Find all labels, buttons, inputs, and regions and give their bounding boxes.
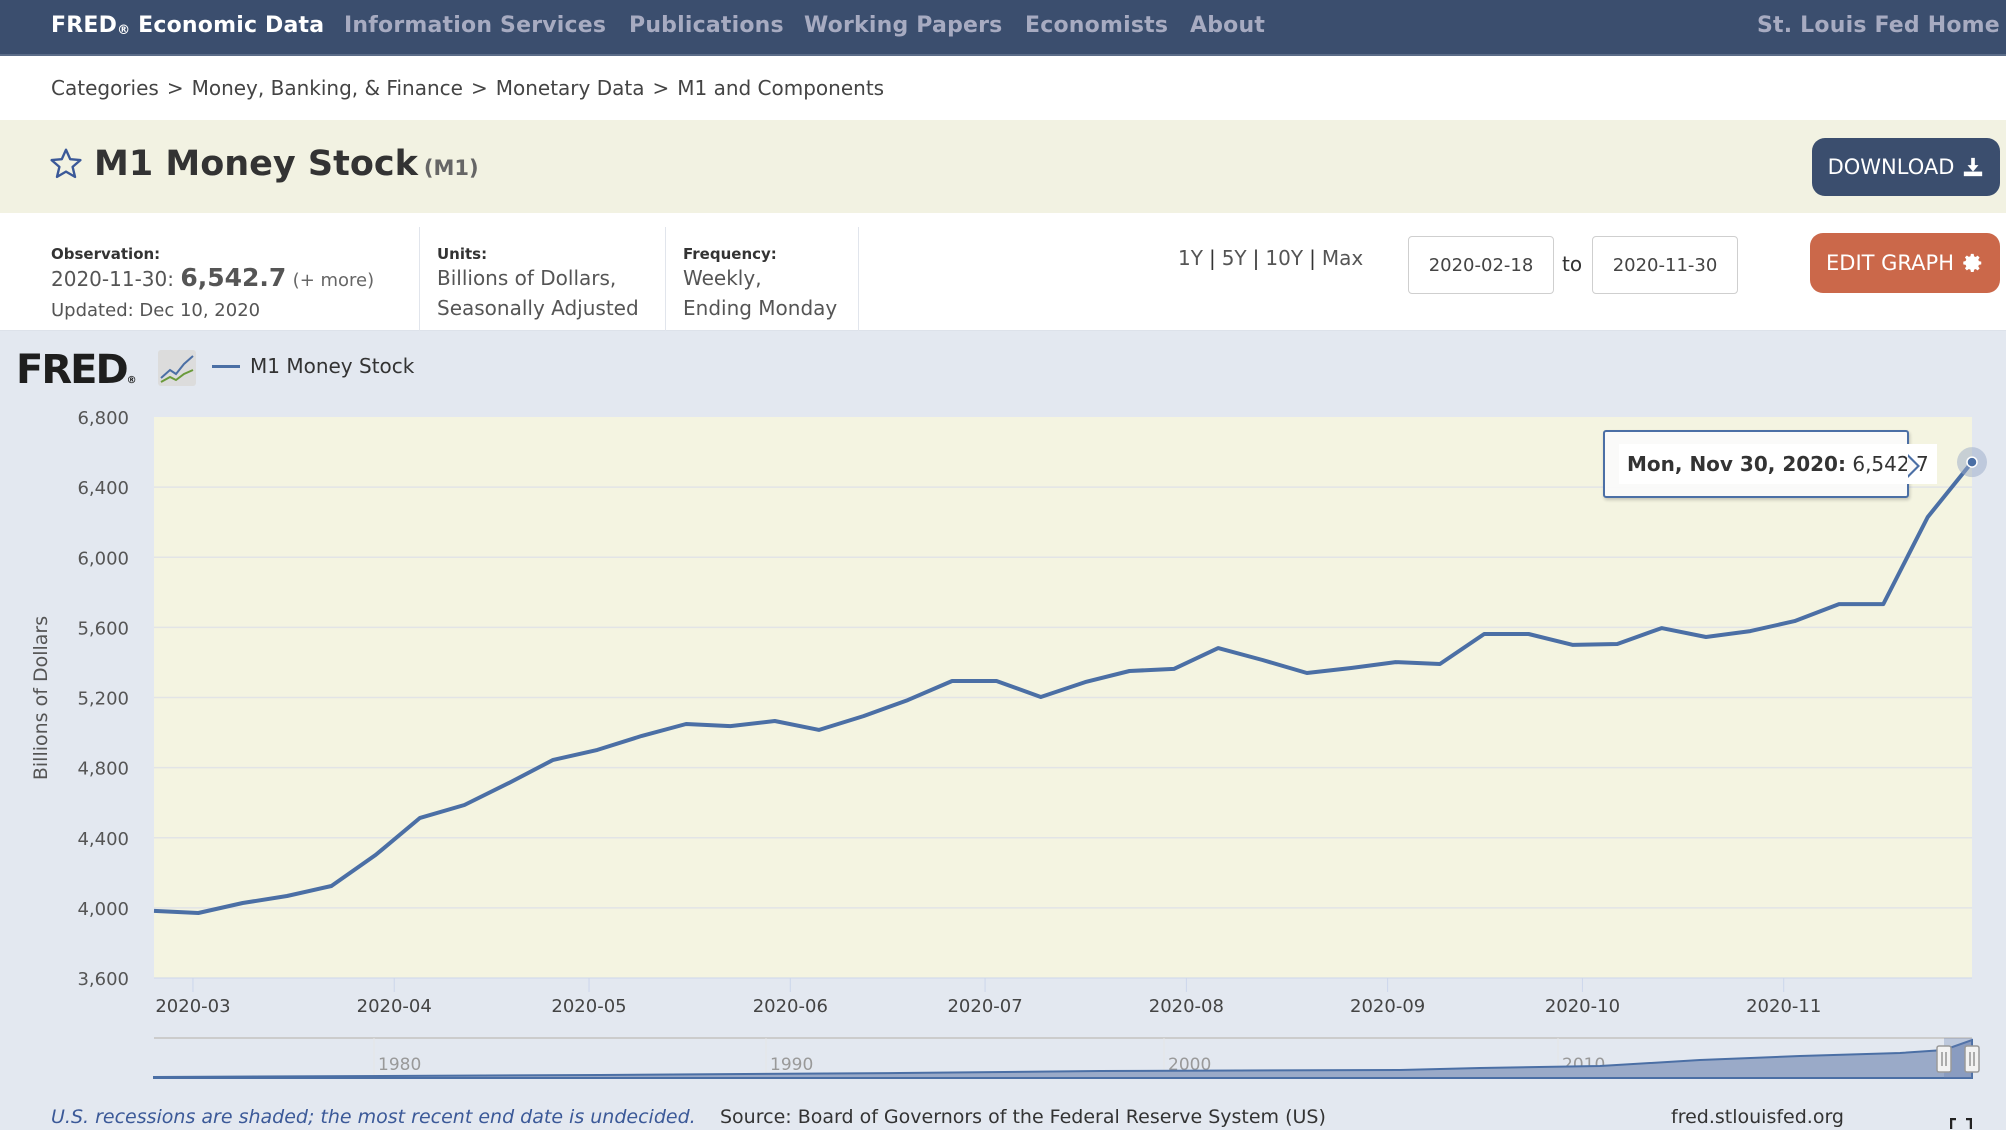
y-axis-ticks: 3,600 4,000 4,400 4,800 5,200 5,600 6,000 6,400… [77,408,129,990]
highlight-point[interactable] [1967,457,1977,467]
line-chart: 3,600 4,000 4,400 4,800 5,200 5,600 6,000 6,400… [0,0,2006,1129]
x-tick-label: 2020-08 [1149,996,1224,1017]
fullscreen-icon[interactable] [1950,1118,1972,1130]
tooltip-arrow-fill [1907,456,1917,476]
navigator-right-handle[interactable] [1965,1046,1979,1072]
x-tick-label: 2020-07 [947,996,1022,1017]
x-tick-label: 2020-03 [155,996,230,1017]
navigator-year-label: 1980 [378,1055,421,1075]
x-tick-label: 2020-04 [357,996,432,1017]
tooltip: Mon, Nov 30, 2020: 6,542.7 [1603,430,1909,498]
y-tick-label: 4,000 [77,899,129,920]
y-tick-label: 4,400 [77,829,129,850]
y-tick-label: 4,800 [77,759,129,780]
navigator: 1980199020002010 [154,1038,1979,1078]
x-axis-ticks: 2020-03 2020-04 2020-05 2020-06 2020-07 2020-… [154,978,1972,1017]
tooltip-date: Mon, Nov 30, 2020: [1627,452,1846,476]
fred-site-link[interactable]: fred.stlouisfed.org [1671,1106,1844,1128]
y-axis-label: Billions of Dollars [30,616,52,780]
x-tick-label: 2020-11 [1746,996,1821,1017]
y-tick-label: 6,800 [77,408,129,429]
source-note: Source: Board of Governors of the Federa… [720,1106,1326,1128]
y-tick-label: 6,000 [77,548,129,569]
navigator-year-label: 1990 [770,1055,813,1075]
y-tick-label: 5,600 [77,618,129,639]
y-tick-label: 6,400 [77,478,129,499]
x-tick-label: 2020-05 [551,996,626,1017]
x-tick-label: 2020-06 [753,996,828,1017]
x-tick-label: 2020-10 [1545,996,1620,1017]
navigator-left-handle[interactable] [1937,1046,1951,1072]
navigator-series-area [154,1040,1972,1078]
y-tick-label: 3,600 [77,969,129,990]
recession-note: U.S. recessions are shaded; the most rec… [51,1106,696,1128]
x-tick-label: 2020-09 [1350,996,1425,1017]
y-tick-label: 5,200 [77,689,129,710]
